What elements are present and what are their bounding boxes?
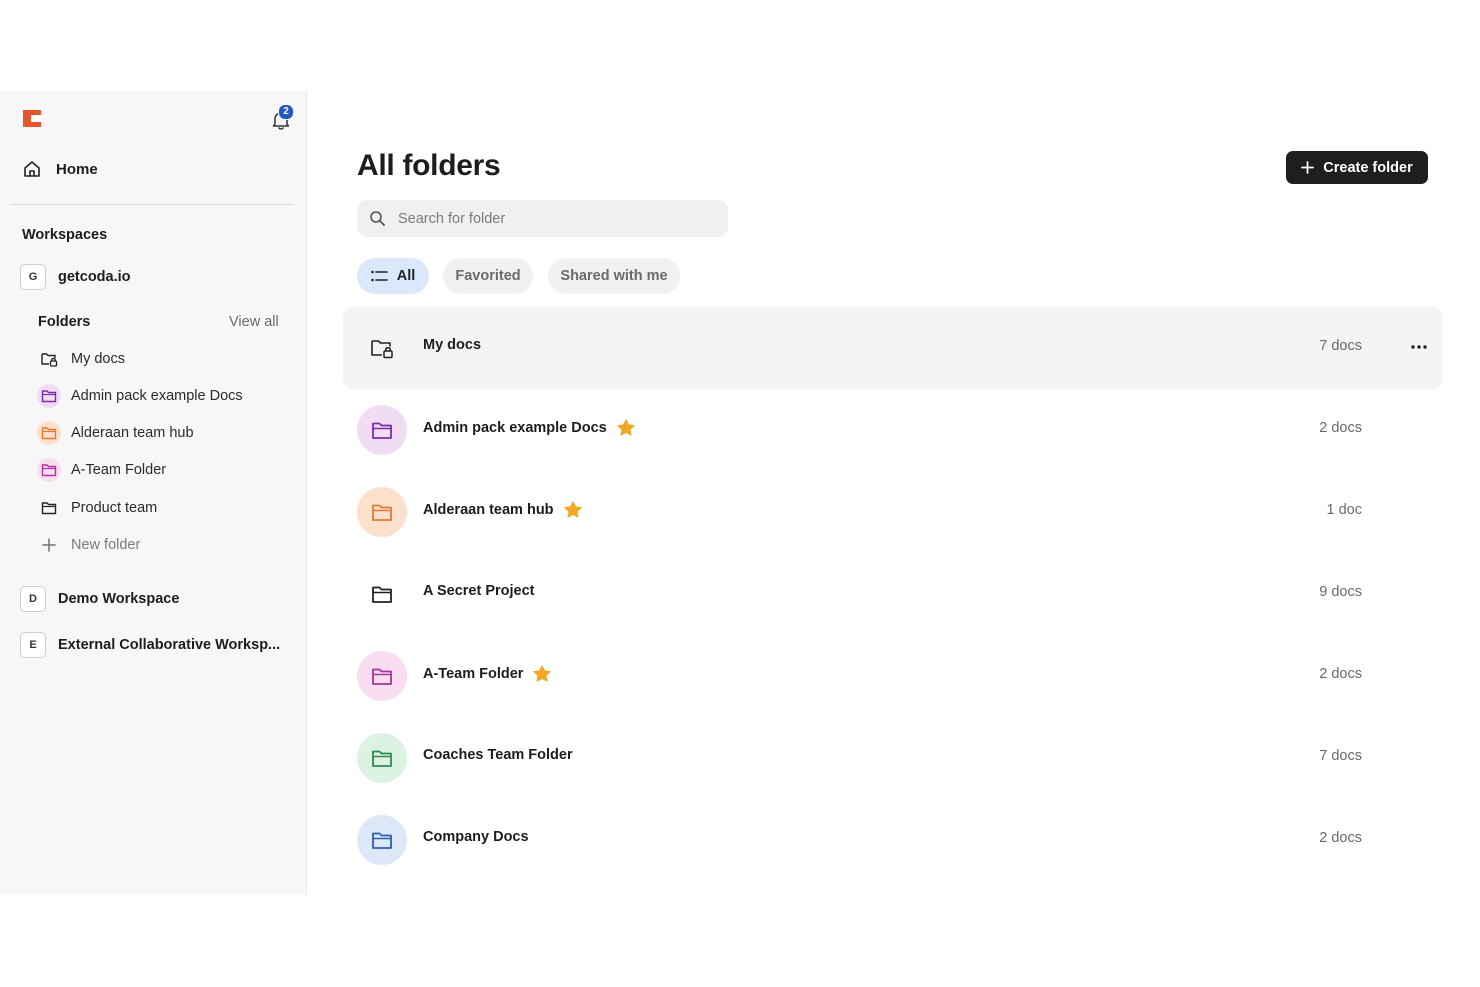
folder-row-company-docs[interactable]: Company Docs 2 docs [343, 799, 1443, 881]
folder-name-text: Company Docs [423, 829, 529, 845]
folder-row-admin-pack[interactable]: Admin pack example Docs 2 docs [343, 389, 1443, 471]
notification-badge: 2 [278, 104, 294, 120]
sidebar-folder-my-docs[interactable]: My docs [37, 346, 125, 372]
folder-lock-icon [37, 347, 61, 371]
folder-row-coaches[interactable]: Coaches Team Folder 7 docs [343, 717, 1443, 799]
workspace-label: Demo Workspace [58, 591, 180, 607]
coda-logo-icon[interactable] [23, 110, 41, 127]
folder-name: Coaches Team Folder [423, 747, 573, 763]
workspace-item-demo[interactable]: D Demo Workspace [20, 585, 179, 613]
more-options-icon[interactable] [1411, 345, 1427, 349]
folder-lock-icon [357, 323, 407, 373]
workspace-badge: G [20, 264, 46, 290]
folders-heading: Folders [38, 314, 91, 330]
sidebar-folder-label: Admin pack example Docs [71, 388, 243, 404]
star-icon[interactable] [617, 419, 635, 436]
folder-icon [37, 496, 61, 520]
filter-shared-with-me[interactable]: Shared with me [548, 258, 680, 294]
doc-count: 2 docs [1319, 420, 1362, 436]
folder-icon [37, 421, 61, 445]
doc-count: 7 docs [1319, 748, 1362, 764]
folder-name: Admin pack example Docs [423, 419, 635, 436]
home-icon [24, 161, 40, 177]
search-box[interactable] [357, 200, 728, 237]
sidebar-divider [10, 204, 294, 205]
star-icon[interactable] [563, 501, 582, 518]
list-icon [370, 270, 388, 282]
app-window: 2 Home Workspaces G getcoda.io Folders V… [0, 91, 1480, 895]
workspace-item-external[interactable]: E External Collaborative Worksp... [20, 631, 280, 659]
home-label: Home [56, 160, 98, 178]
doc-count: 2 docs [1319, 830, 1362, 846]
new-folder-label: New folder [71, 537, 141, 553]
workspace-badge: E [20, 632, 46, 658]
folder-icon [357, 651, 407, 701]
plus-icon [1301, 161, 1315, 174]
sidebar-folder-alderaan[interactable]: Alderaan team hub [37, 420, 194, 446]
folder-row-secret-project[interactable]: A Secret Project 9 docs [343, 553, 1443, 635]
sidebar-folder-label: Product team [71, 500, 158, 516]
view-all-link[interactable]: View all [229, 314, 279, 330]
folder-icon [357, 569, 407, 619]
doc-count: 1 doc [1326, 502, 1362, 518]
page-title: All folders [357, 149, 501, 182]
folder-row-my-docs[interactable]: My docs 7 docs [343, 307, 1443, 389]
create-folder-button[interactable]: Create folder [1286, 151, 1428, 184]
sidebar-folder-product-team[interactable]: Product team [37, 495, 157, 521]
filter-favorited[interactable]: Favorited [443, 258, 533, 294]
sidebar-folder-a-team[interactable]: A-Team Folder [37, 457, 166, 483]
folder-name: Alderaan team hub [423, 501, 582, 518]
workspace-badge: D [20, 586, 46, 612]
workspace-item-getcoda[interactable]: G getcoda.io [20, 263, 131, 291]
folder-row-alderaan[interactable]: Alderaan team hub 1 doc [343, 471, 1443, 553]
doc-count: 9 docs [1319, 584, 1362, 600]
folder-icon [357, 405, 407, 455]
folder-name: A Secret Project [423, 583, 534, 599]
sidebar-folder-label: My docs [71, 351, 125, 367]
filter-all[interactable]: All [357, 258, 429, 294]
filter-all-label: All [396, 268, 416, 284]
create-folder-label: Create folder [1323, 159, 1413, 176]
sidebar-folder-label: A-Team Folder [71, 462, 167, 478]
folder-name-text: Coaches Team Folder [423, 747, 573, 763]
folder-name-text: Alderaan team hub [423, 501, 554, 518]
sidebar: 2 Home Workspaces G getcoda.io Folders V… [0, 91, 307, 895]
sidebar-folder-label: Alderaan team hub [71, 425, 194, 441]
folder-icon [37, 384, 61, 408]
workspaces-heading: Workspaces [22, 227, 108, 243]
folder-icon [357, 815, 407, 865]
folder-name-text: My docs [423, 337, 482, 353]
workspace-label: getcoda.io [58, 269, 131, 285]
star-icon[interactable] [533, 665, 552, 682]
folder-row-a-team[interactable]: A-Team Folder 2 docs [343, 635, 1443, 717]
doc-count: 7 docs [1319, 338, 1362, 354]
folder-icon [357, 487, 407, 537]
folder-name: My docs [423, 337, 481, 353]
sidebar-folder-admin-pack[interactable]: Admin pack example Docs [37, 383, 243, 409]
sidebar-item-home[interactable]: Home [22, 157, 98, 181]
new-folder-button[interactable]: New folder [37, 532, 140, 558]
folder-name: A-Team Folder [423, 665, 552, 682]
folder-icon [37, 458, 61, 482]
folder-name-text: A Secret Project [423, 583, 535, 599]
search-icon [370, 211, 385, 226]
doc-count: 2 docs [1319, 666, 1362, 682]
folder-icon [357, 733, 407, 783]
search-input[interactable] [396, 209, 700, 228]
folder-name: Company Docs [423, 829, 529, 845]
folder-name-text: A-Team Folder [423, 665, 524, 682]
plus-icon [37, 533, 61, 557]
folder-name-text: Admin pack example Docs [423, 419, 607, 436]
workspace-label: External Collaborative Worksp... [58, 637, 281, 653]
